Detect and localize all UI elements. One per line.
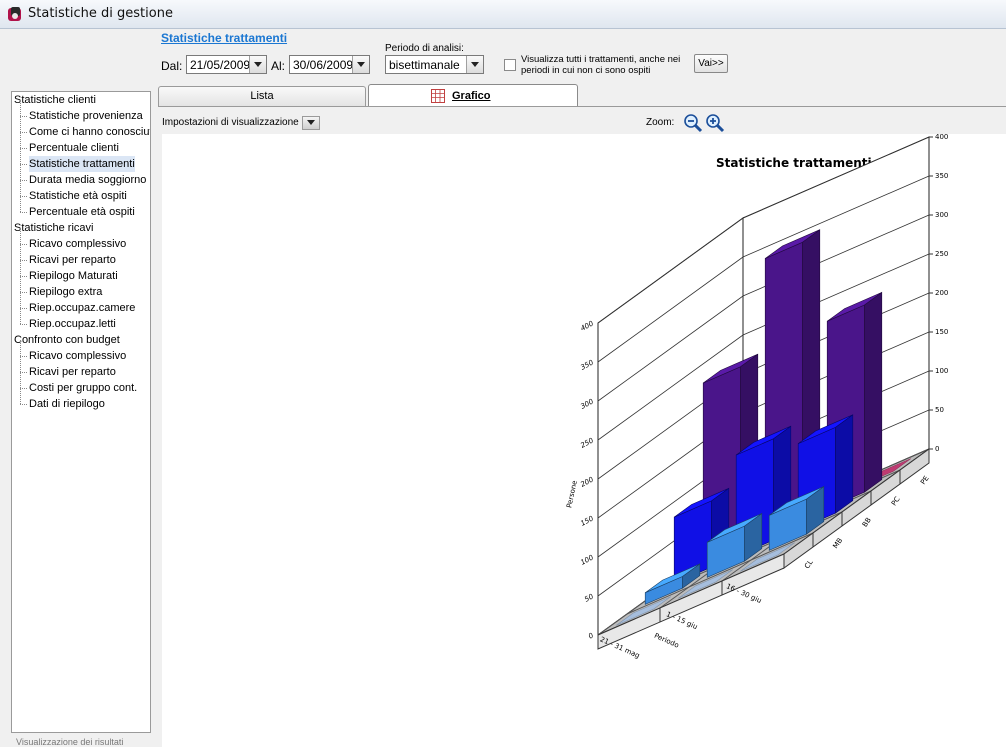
left-tick-label: 200 bbox=[579, 475, 595, 489]
x-axis-label: Periodo bbox=[653, 632, 680, 650]
chart-3d-bar: 0 50 100 150 200 250 300 350 400 0 50 100 150 200 250 3… bbox=[565, 133, 948, 660]
series-label: MB bbox=[831, 536, 844, 550]
series-label: CL bbox=[803, 558, 815, 570]
category-label: 1 - 15 giu bbox=[665, 610, 699, 631]
series-label: PC bbox=[890, 495, 902, 507]
right-tick-label: 300 bbox=[935, 211, 948, 219]
series-label: BB bbox=[861, 516, 873, 529]
left-tick-label: 150 bbox=[579, 514, 595, 528]
left-tick-label: 50 bbox=[583, 592, 595, 604]
left-tick-label: 0 bbox=[587, 631, 595, 640]
left-tick-label: 250 bbox=[579, 436, 595, 450]
right-tick-label: 0 bbox=[935, 445, 939, 453]
right-tick-label: 250 bbox=[935, 250, 948, 258]
bar-side bbox=[835, 414, 854, 514]
right-tick-label: 200 bbox=[935, 289, 948, 297]
y-axis-label: Persone bbox=[565, 480, 579, 509]
right-tick-label: 400 bbox=[935, 133, 948, 141]
left-tick-label: 350 bbox=[579, 358, 595, 372]
right-tick-label: 150 bbox=[935, 328, 948, 336]
left-tick-label: 300 bbox=[579, 397, 595, 411]
bar-side bbox=[864, 291, 883, 493]
right-tick-label: 100 bbox=[935, 367, 948, 375]
series-label: PE bbox=[919, 475, 931, 487]
right-tick-label: 350 bbox=[935, 172, 948, 180]
left-tick-label: 400 bbox=[579, 319, 595, 333]
right-tick-label: 50 bbox=[935, 406, 944, 414]
left-tick-label: 100 bbox=[579, 553, 595, 567]
